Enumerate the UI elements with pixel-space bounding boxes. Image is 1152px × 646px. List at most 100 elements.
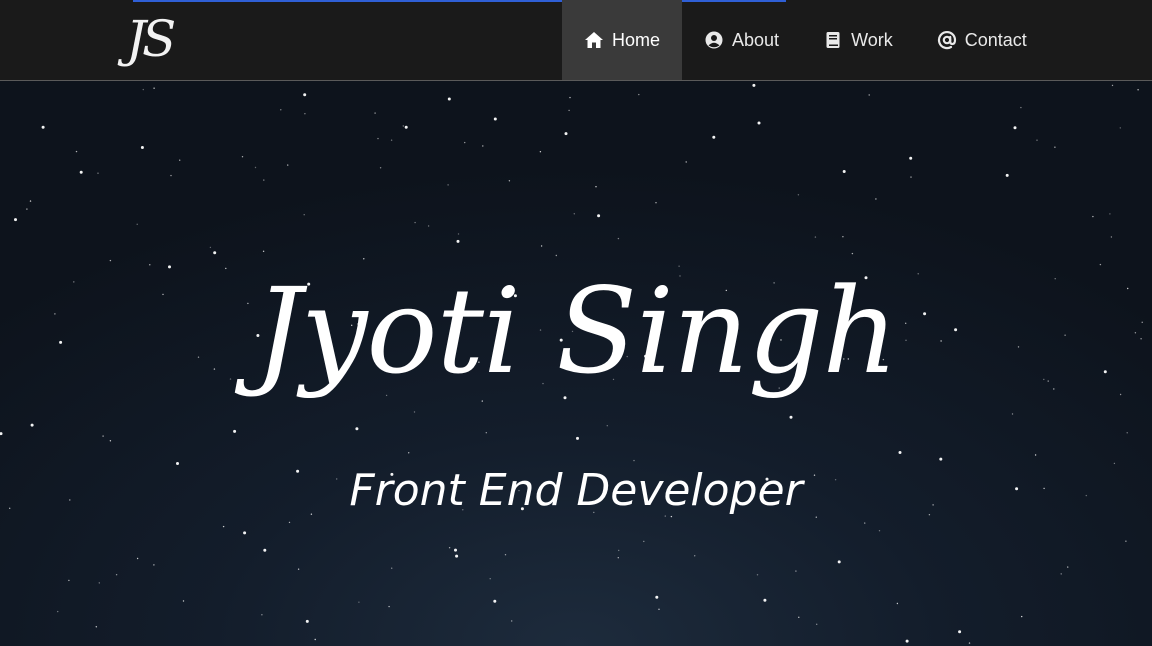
star [30,423,34,427]
star [493,599,497,603]
star [1034,454,1037,456]
star [14,218,17,222]
nav-about[interactable]: About [682,0,801,80]
star [241,156,244,158]
star [643,540,645,543]
star [153,87,155,89]
star [508,180,511,182]
star [797,194,800,196]
star [297,568,300,570]
star [569,96,571,99]
star [864,522,866,524]
star [140,146,144,149]
star [617,557,619,559]
star [1020,106,1022,109]
star [142,88,144,91]
star [377,137,379,140]
star [606,425,608,427]
star [798,616,800,618]
star [109,440,112,442]
star [511,620,513,622]
at-sign-icon [937,30,957,50]
star [233,429,237,433]
star [1013,126,1017,130]
star [136,557,139,560]
star [68,579,70,582]
star [457,233,460,235]
star [303,214,305,216]
site-logo[interactable]: JS [126,8,216,70]
star [447,184,449,186]
star [1137,89,1139,91]
star [539,151,542,153]
star [757,121,761,125]
star [26,208,28,210]
star [597,214,601,218]
hero-section: Jyoti Singh Front End Developer [0,81,1152,646]
star [182,600,185,602]
star [576,436,579,440]
star [842,236,844,238]
star [29,200,32,202]
star [1036,139,1038,141]
star [1125,540,1127,542]
star [868,94,870,96]
star [789,415,793,419]
star [617,237,620,240]
star [79,170,83,174]
star [842,170,846,173]
star [464,141,466,144]
nav-work[interactable]: Work [801,0,915,80]
star [170,174,172,177]
star [1021,615,1023,618]
star [314,638,316,641]
star [595,186,597,188]
star [261,614,263,616]
star [263,548,267,552]
nav-work-label: Work [851,29,893,50]
star [41,125,45,129]
star [402,125,404,127]
nav-contact[interactable]: Contact [915,0,1049,80]
star [254,166,257,169]
star [712,135,716,139]
star [851,252,854,255]
star [287,164,289,166]
star [1005,173,1009,177]
star [179,159,181,161]
star [95,626,98,628]
star [358,601,360,603]
star [379,167,382,169]
star [102,435,104,437]
star [303,93,307,97]
star [814,236,817,238]
book-icon [823,30,843,50]
star [752,83,756,87]
star [540,245,543,247]
star [263,179,265,181]
star [1126,432,1128,434]
star [795,570,797,572]
star [685,161,687,163]
star [97,172,99,174]
star [489,578,491,580]
nav-contact-label: Contact [964,29,1027,50]
star [304,113,306,115]
star [875,198,877,200]
star [896,602,899,605]
star [878,530,881,532]
hero-subtitle: Front End Developer [349,465,803,516]
star [213,251,217,255]
home-icon [584,30,604,50]
star [1119,127,1122,129]
star [658,608,660,610]
star [485,432,487,434]
nav-home[interactable]: Home [562,0,683,80]
star [0,432,3,436]
star [898,451,902,454]
star [1111,84,1114,87]
star [905,639,909,643]
hero-name: Jyoti Singh [254,262,899,400]
star [57,610,59,613]
star [414,221,416,224]
